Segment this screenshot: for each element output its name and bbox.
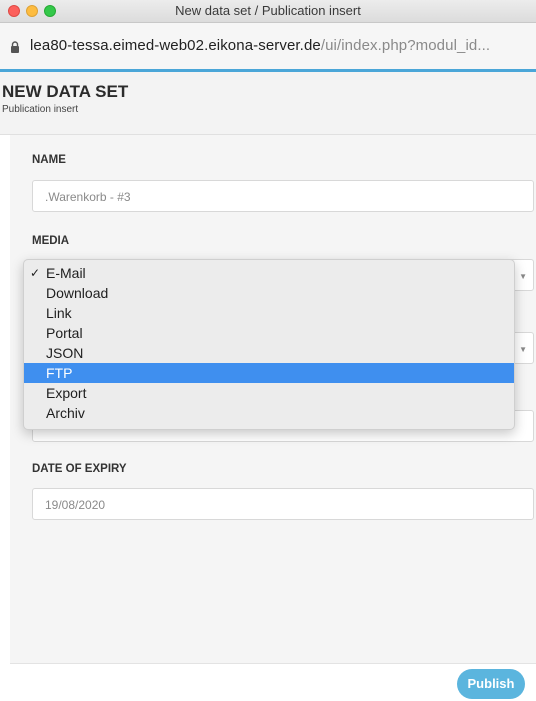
url-text[interactable]: lea80-tessa.eimed-web02.eikona-server.de…	[30, 37, 490, 54]
date-of-expiry-value: 19/08/2020	[45, 498, 106, 512]
name-label: NAME	[32, 154, 66, 166]
url-host: lea80-tessa.eimed-web02.eikona-server.de	[30, 37, 321, 54]
media-label: MEDIA	[32, 235, 70, 247]
date-of-expiry-input[interactable]: 19/08/2020	[32, 488, 534, 520]
media-option-ftp[interactable]: FTP	[24, 363, 514, 383]
media-option-download[interactable]: Download	[24, 283, 514, 303]
media-option-label: JSON	[46, 345, 84, 361]
media-option-archiv[interactable]: Archiv	[24, 403, 514, 423]
media-dropdown-menu[interactable]: ✓ E-Mail Download Link Portal JSON FTP Ex…	[23, 259, 515, 430]
address-bar[interactable]: lea80-tessa.eimed-web02.eikona-server.de…	[0, 23, 536, 69]
page-header: NEW DATA SET Publication insert	[0, 72, 536, 135]
media-option-label: Download	[46, 285, 109, 301]
name-input[interactable]: .Warenkorb - #3	[32, 180, 534, 212]
media-option-label: FTP	[46, 365, 73, 381]
media-option-label: Portal	[46, 325, 83, 341]
media-option-label: E-Mail	[46, 265, 86, 281]
media-option-export[interactable]: Export	[24, 383, 514, 403]
publish-button[interactable]: Publish	[457, 669, 525, 699]
browser-window: New data set / Publication insert lea80-…	[0, 0, 536, 701]
chevron-down-icon: ▼	[519, 272, 527, 281]
page-subtitle: Publication insert	[2, 104, 79, 115]
checkmark-icon: ✓	[30, 266, 41, 280]
media-option-json[interactable]: JSON	[24, 343, 514, 363]
page-title: NEW DATA SET	[2, 82, 129, 101]
url-path: /ui/index.php?modul_id...	[320, 37, 491, 54]
media-option-portal[interactable]: Portal	[24, 323, 514, 343]
media-option-e-mail[interactable]: ✓ E-Mail	[24, 263, 514, 283]
date-of-expiry-label: DATE OF EXPIRY	[32, 463, 127, 475]
media-option-link[interactable]: Link	[24, 303, 514, 323]
media-option-label: Export	[46, 385, 87, 401]
name-input-value: .Warenkorb - #3	[45, 190, 131, 204]
chevron-down-icon: ▼	[519, 345, 527, 354]
media-option-label: Link	[46, 305, 72, 321]
lock-icon	[11, 41, 19, 53]
title-bar: New data set / Publication insert	[0, 0, 536, 23]
media-option-label: Archiv	[46, 405, 85, 421]
window-title: New data set / Publication insert	[175, 3, 361, 18]
